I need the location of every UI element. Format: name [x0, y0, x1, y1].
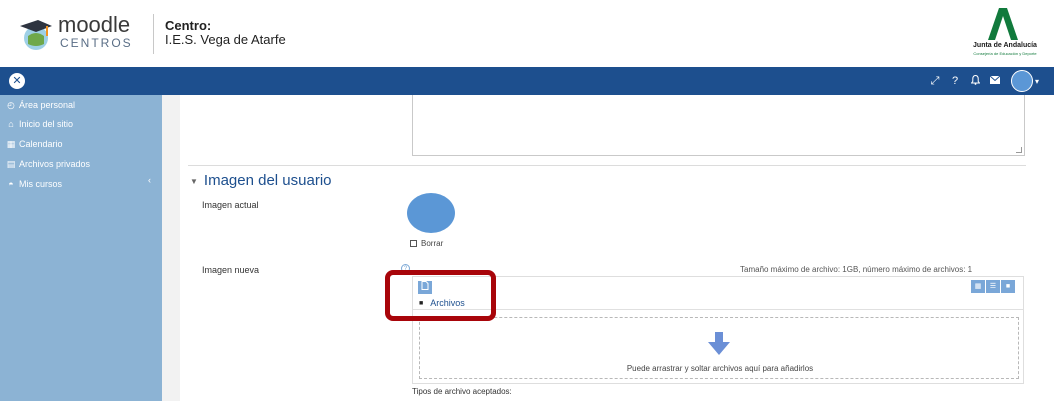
sidebar-item-calendario[interactable]: ▦ Calendario: [6, 135, 63, 153]
sidebar-item-label: Calendario: [19, 139, 63, 149]
description-textarea[interactable]: [412, 95, 1025, 156]
junta-a-icon: [988, 8, 1018, 40]
main-region: ▼ Imagen del usuario Imagen actual Borrar…: [162, 95, 1054, 401]
dashboard-icon: ◴: [7, 99, 15, 110]
sidebar-item-label: Mis cursos: [19, 179, 63, 189]
delete-image-checkbox[interactable]: Borrar: [410, 239, 443, 248]
calendar-icon: ▦: [6, 138, 16, 149]
section-header-imagen-usuario[interactable]: ▼ Imagen del usuario: [190, 172, 332, 189]
sidebar-item-label: Archivos privados: [19, 159, 91, 169]
sidebar-item-archivos-privados[interactable]: ▤ Archivos privados: [6, 155, 90, 173]
bell-icon[interactable]: [965, 74, 985, 88]
file-picker-toolbar: ■ Archivos ▦ ☰ ■: [413, 277, 1023, 310]
section-title: Imagen del usuario: [203, 172, 332, 189]
file-drop-zone[interactable]: Puede arrastrar y soltar archivos aquí p…: [419, 317, 1019, 379]
chevron-down-icon[interactable]: ▾: [1035, 77, 1039, 86]
list-view-icon[interactable]: ☰: [986, 280, 1000, 293]
highlight-box: [385, 270, 496, 321]
delete-image-label: Borrar: [421, 239, 444, 248]
top-navbar: ✕ ⤢ ? ▾: [0, 67, 1054, 95]
new-image-label: Imagen nueva: [202, 265, 260, 275]
files-icon: ▤: [6, 158, 16, 169]
sidebar-item-mis-cursos[interactable]: ◓ Mis cursos ‹: [6, 175, 156, 193]
junta-text: Junta de Andalucía: [973, 42, 1037, 49]
graduation-cap-logo-icon: [20, 20, 52, 50]
home-icon: ⌂: [8, 119, 14, 129]
centro-name: I.E.S. Vega de Atarfe: [165, 32, 286, 47]
expand-icon[interactable]: ⤢: [925, 75, 945, 88]
junta-logo: Junta de Andalucía Consejería de Educaci…: [960, 8, 1050, 62]
user-current-image: [407, 193, 455, 233]
sidebar-item-area-personal[interactable]: ◴ Área personal: [6, 96, 75, 114]
envelope-icon[interactable]: [985, 75, 1005, 87]
moodle-logo[interactable]: moodle CENTROS: [18, 10, 138, 58]
user-avatar-menu[interactable]: [1011, 70, 1033, 92]
centro-label: Centro:: [165, 18, 212, 33]
header-divider: [153, 14, 154, 54]
logo-text: moodle: [58, 12, 131, 37]
drop-instructions: Puede arrastrar y soltar archivos aquí p…: [626, 364, 814, 373]
chevron-left-icon[interactable]: ‹: [148, 175, 151, 185]
grid-view-icon[interactable]: ▦: [971, 280, 985, 293]
checkbox-icon[interactable]: [410, 240, 417, 247]
profile-form-card: ▼ Imagen del usuario Imagen actual Borrar…: [180, 95, 1054, 401]
help-icon[interactable]: ?: [945, 75, 965, 87]
sidebar-item-label: Área personal: [19, 100, 76, 110]
max-file-size-text: Tamaño máximo de archivo: 1GB, número má…: [740, 265, 973, 274]
graduation-cap-icon: ◓: [8, 179, 14, 189]
sidebar-item-inicio-sitio[interactable]: ⌂ Inicio del sitio: [6, 115, 73, 133]
tree-view-icon[interactable]: ■: [1001, 280, 1015, 293]
section-divider: [188, 165, 1026, 166]
close-drawer-icon[interactable]: ✕: [9, 73, 25, 89]
logo-subtitle: CENTROS: [60, 36, 133, 50]
chevron-down-icon: ▼: [190, 176, 198, 186]
resize-handle-icon[interactable]: [1016, 147, 1022, 153]
sidebar-item-label: Inicio del sitio: [19, 119, 74, 129]
current-image-label: Imagen actual: [202, 200, 259, 210]
junta-subtitle: Consejería de Educación y Deporte: [973, 51, 1037, 56]
file-picker: ■ Archivos ▦ ☰ ■ Puede arrastrar y solta…: [412, 276, 1024, 384]
arrow-down-icon: [708, 332, 730, 355]
brand-header: moodle CENTROS Centro: I.E.S. Vega de At…: [0, 0, 1054, 67]
view-switcher: ▦ ☰ ■: [970, 280, 1015, 293]
sidebar: ◴ Área personal ⌂ Inicio del sitio ▦ Cal…: [0, 95, 162, 401]
nav-actions: ⤢ ? ▾: [925, 70, 1039, 92]
accepted-types-label: Tipos de archivo aceptados:: [412, 387, 512, 396]
